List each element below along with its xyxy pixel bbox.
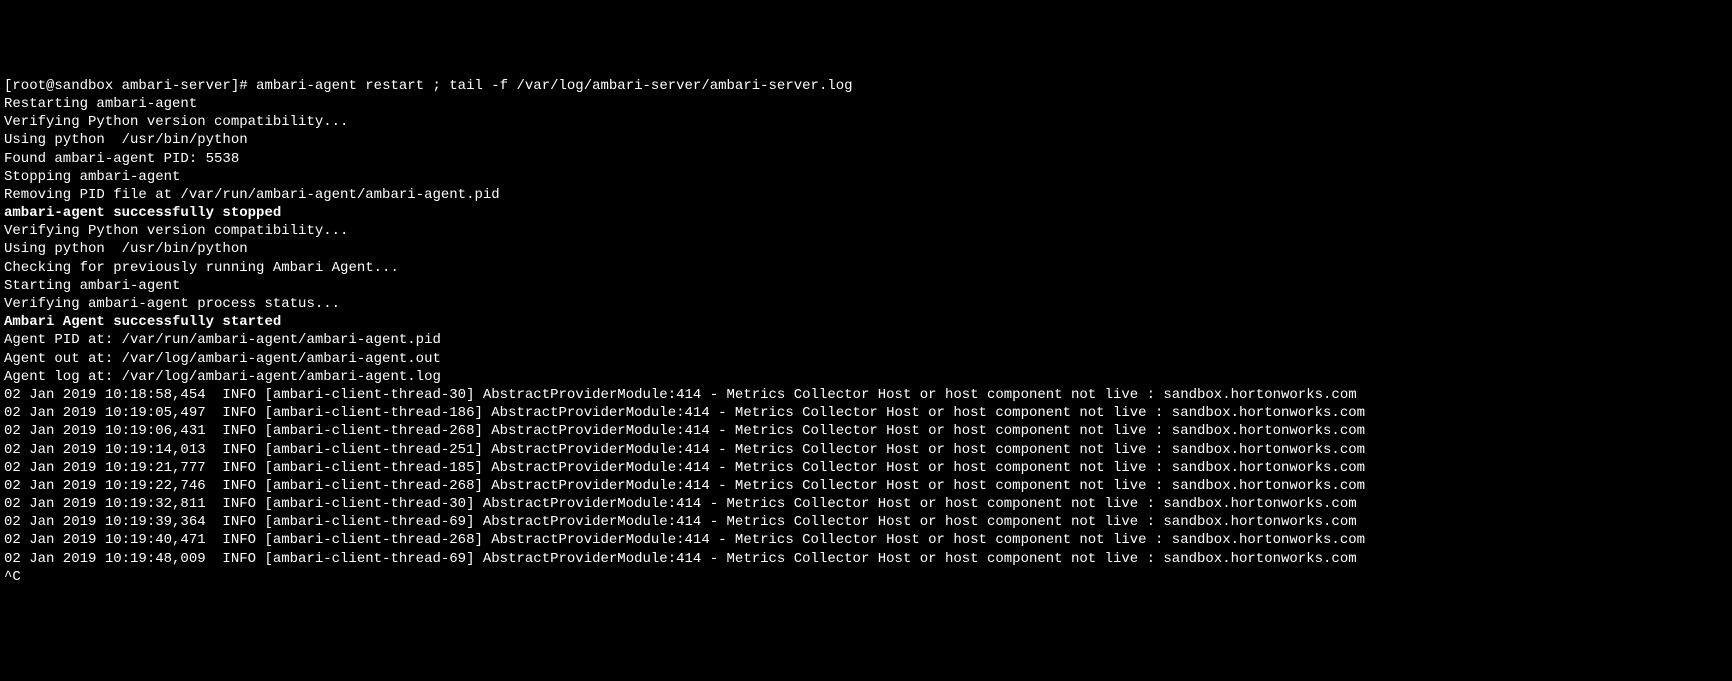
command-line: [root@sandbox ambari-server]# ambari-age… <box>4 77 1728 95</box>
output-line: Restarting ambari-agent <box>4 95 1728 113</box>
output-line: Stopping ambari-agent <box>4 168 1728 186</box>
output-line: Verifying ambari-agent process status... <box>4 295 1728 313</box>
output-line: Using python /usr/bin/python <box>4 240 1728 258</box>
terminal-output[interactable]: [root@sandbox ambari-server]# ambari-age… <box>4 77 1728 586</box>
output-line: Removing PID file at /var/run/ambari-age… <box>4 186 1728 204</box>
output-line: Verifying Python version compatibility..… <box>4 222 1728 240</box>
output-lines: Restarting ambari-agentVerifying Python … <box>4 95 1728 586</box>
shell-prompt: [root@sandbox ambari-server]# <box>4 78 256 94</box>
output-line: Ambari Agent successfully started <box>4 313 1728 331</box>
output-line: Agent PID at: /var/run/ambari-agent/amba… <box>4 331 1728 349</box>
output-line: 02 Jan 2019 10:19:40,471 INFO [ambari-cl… <box>4 531 1728 549</box>
output-line: ambari-agent successfully stopped <box>4 204 1728 222</box>
output-line: Verifying Python version compatibility..… <box>4 113 1728 131</box>
output-line: Agent out at: /var/log/ambari-agent/amba… <box>4 350 1728 368</box>
output-line: 02 Jan 2019 10:18:58,454 INFO [ambari-cl… <box>4 386 1728 404</box>
output-line: 02 Jan 2019 10:19:21,777 INFO [ambari-cl… <box>4 459 1728 477</box>
output-line: 02 Jan 2019 10:19:06,431 INFO [ambari-cl… <box>4 422 1728 440</box>
output-line: 02 Jan 2019 10:19:39,364 INFO [ambari-cl… <box>4 513 1728 531</box>
output-line: Checking for previously running Ambari A… <box>4 259 1728 277</box>
output-line: 02 Jan 2019 10:19:05,497 INFO [ambari-cl… <box>4 404 1728 422</box>
output-line: Agent log at: /var/log/ambari-agent/amba… <box>4 368 1728 386</box>
output-line: Using python /usr/bin/python <box>4 131 1728 149</box>
command-text: ambari-agent restart ; tail -f /var/log/… <box>256 78 853 94</box>
output-line: Found ambari-agent PID: 5538 <box>4 150 1728 168</box>
output-line: 02 Jan 2019 10:19:48,009 INFO [ambari-cl… <box>4 550 1728 568</box>
output-line: 02 Jan 2019 10:19:32,811 INFO [ambari-cl… <box>4 495 1728 513</box>
output-line: ^C <box>4 568 1728 586</box>
output-line: 02 Jan 2019 10:19:14,013 INFO [ambari-cl… <box>4 441 1728 459</box>
output-line: Starting ambari-agent <box>4 277 1728 295</box>
output-line: 02 Jan 2019 10:19:22,746 INFO [ambari-cl… <box>4 477 1728 495</box>
